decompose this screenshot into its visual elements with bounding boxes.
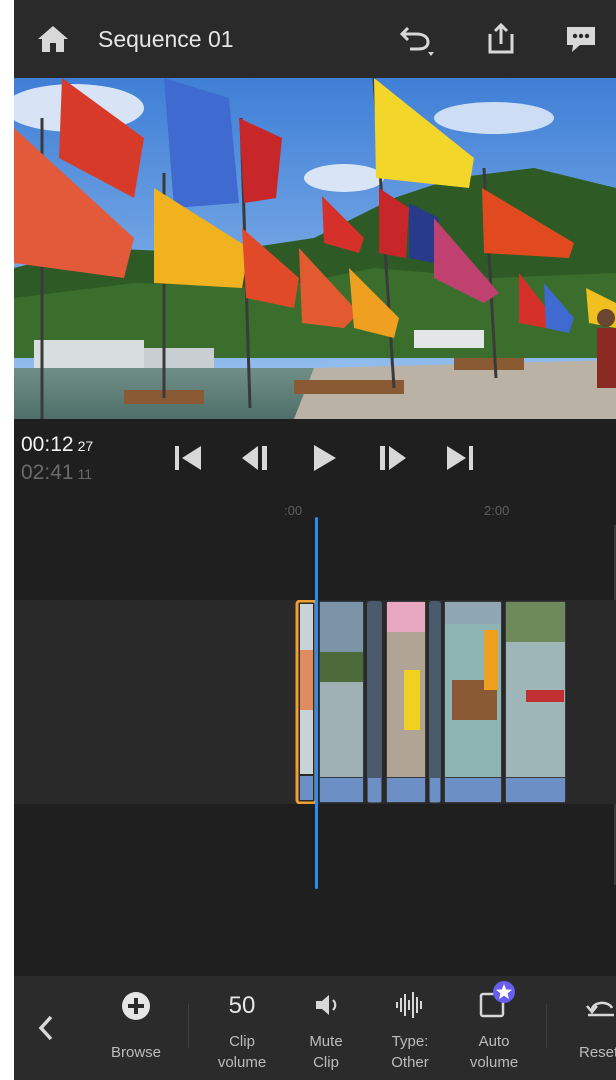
comment-icon[interactable] bbox=[564, 24, 598, 54]
audio-toolbar: Browse 50 Clip volume Mute Clip Type: Ot… bbox=[14, 976, 616, 1080]
clip-volume-label-2: volume bbox=[217, 1054, 267, 1071]
clip-volume-value: 50 bbox=[228, 992, 256, 1019]
home-icon[interactable] bbox=[36, 24, 70, 54]
speaker-icon bbox=[316, 995, 337, 1015]
mute-clip-button[interactable]: Mute Clip bbox=[290, 976, 362, 1080]
preview-frame-image bbox=[14, 78, 616, 419]
auto-volume-label-2: volume bbox=[469, 1054, 519, 1071]
play-icon[interactable] bbox=[308, 443, 340, 473]
type-label-2: Other bbox=[391, 1054, 429, 1071]
auto-volume-icon bbox=[479, 981, 515, 1018]
mute-label-1: Mute bbox=[309, 1033, 343, 1050]
clip-volume-label-1: Clip bbox=[229, 1033, 255, 1050]
undo-icon[interactable] bbox=[398, 24, 438, 58]
reset-button[interactable]: Reset bbox=[570, 976, 616, 1080]
toolbar-divider bbox=[546, 1004, 547, 1048]
current-frames: 27 bbox=[77, 438, 94, 454]
video-clip[interactable] bbox=[367, 601, 382, 803]
total-timecode: 02:41 11 bbox=[21, 461, 92, 485]
auto-volume-button[interactable]: Auto volume bbox=[458, 976, 530, 1080]
toolbar-divider bbox=[188, 1004, 189, 1048]
ruler-start-label: :00 bbox=[284, 503, 303, 518]
ruler-mark-label: 2:00 bbox=[484, 503, 510, 518]
timeline[interactable]: :00 2:00 bbox=[14, 499, 616, 976]
transport-bar: 00:12 27 02:41 11 bbox=[14, 419, 616, 499]
left-edge-strip bbox=[0, 0, 14, 1080]
video-preview[interactable] bbox=[14, 78, 616, 419]
add-circle-icon bbox=[122, 992, 150, 1020]
reset-icon bbox=[586, 1001, 614, 1017]
current-time: 00:12 bbox=[21, 433, 74, 456]
video-clip[interactable] bbox=[505, 601, 566, 803]
step-forward-icon[interactable] bbox=[376, 443, 408, 473]
sequence-title[interactable]: Sequence 01 bbox=[98, 26, 234, 53]
current-timecode: 00:12 27 bbox=[21, 433, 93, 457]
skip-to-end-icon[interactable] bbox=[444, 443, 476, 473]
total-time: 02:41 bbox=[21, 461, 74, 484]
video-clip-selected[interactable] bbox=[295, 599, 318, 805]
total-frames: 11 bbox=[77, 466, 93, 482]
clip-volume-control[interactable]: 50 Clip volume bbox=[206, 976, 278, 1080]
share-icon[interactable] bbox=[484, 22, 518, 56]
skip-to-start-icon[interactable] bbox=[172, 443, 204, 473]
type-label-1: Type: bbox=[391, 1033, 429, 1050]
auto-volume-label-1: Auto bbox=[478, 1033, 510, 1050]
video-clip[interactable] bbox=[444, 601, 502, 803]
mute-label-2: Clip bbox=[313, 1054, 339, 1071]
video-clip[interactable] bbox=[386, 601, 426, 803]
video-clip[interactable] bbox=[429, 601, 441, 803]
top-bar: Sequence 01 bbox=[14, 0, 616, 78]
browse-label: Browse bbox=[110, 1044, 162, 1061]
browse-button[interactable]: Browse bbox=[100, 976, 172, 1080]
waveform-icon bbox=[396, 992, 422, 1018]
audio-type-button[interactable]: Type: Other bbox=[374, 976, 446, 1080]
step-back-icon[interactable] bbox=[240, 443, 272, 473]
video-clip[interactable] bbox=[319, 601, 364, 803]
playhead[interactable] bbox=[315, 517, 318, 889]
reset-label: Reset bbox=[579, 1044, 616, 1061]
chevron-left-icon[interactable] bbox=[38, 1014, 54, 1042]
